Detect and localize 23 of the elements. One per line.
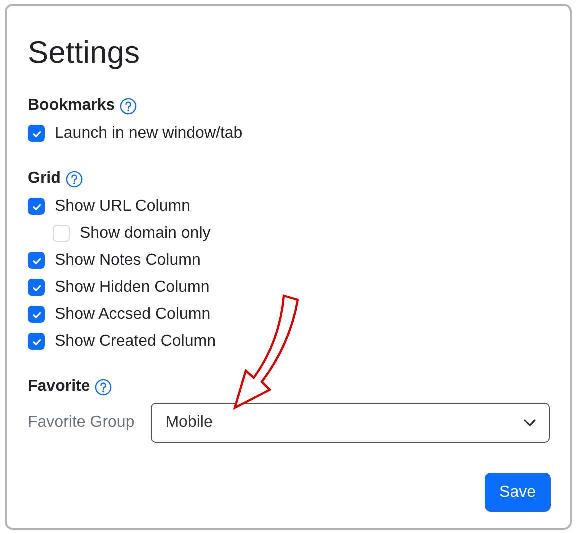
section-heading: Favorite <box>28 378 90 396</box>
help-icon[interactable] <box>66 170 83 188</box>
section-heading: Grid <box>28 170 61 188</box>
checkbox[interactable] <box>28 198 45 215</box>
save-button[interactable]: Save <box>484 473 551 512</box>
checkbox[interactable] <box>28 252 45 269</box>
checkbox-label: Show Accsed Column <box>55 306 211 324</box>
checkbox-label: Launch in new window/tab <box>55 124 243 142</box>
checkbox[interactable] <box>28 333 45 350</box>
checkbox-label: Show Hidden Column <box>55 278 210 296</box>
checkbox-label: Show Created Column <box>55 332 216 350</box>
checkbox-label: Show URL Column <box>55 198 190 216</box>
checkbox-label: Show domain only <box>80 224 211 242</box>
checkbox[interactable] <box>28 306 45 323</box>
section-heading: Bookmarks <box>28 97 116 115</box>
checkbox[interactable] <box>28 279 45 296</box>
checkbox[interactable] <box>28 125 45 142</box>
field-label: Favorite Group <box>28 414 135 432</box>
help-icon[interactable] <box>95 378 112 396</box>
help-icon[interactable] <box>120 98 138 114</box>
checkbox-label: Show Notes Column <box>55 252 201 270</box>
settings-title: Settings <box>28 34 142 72</box>
favorite-group-select[interactable]: Mobile <box>150 403 550 443</box>
